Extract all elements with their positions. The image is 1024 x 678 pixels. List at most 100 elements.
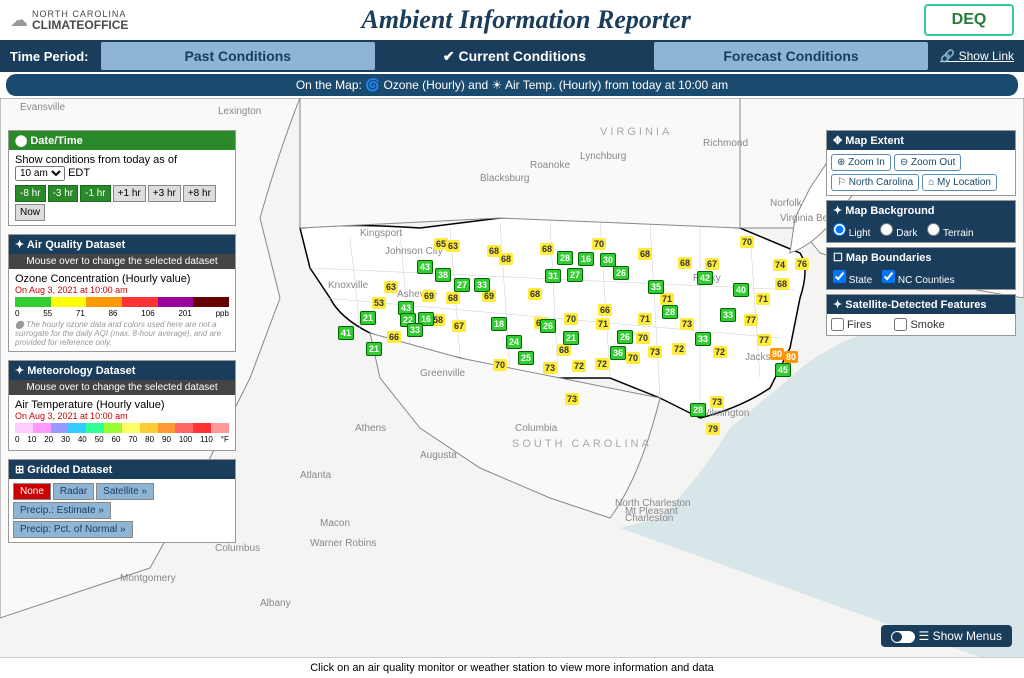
station-marker[interactable]: 71 xyxy=(660,293,674,305)
station-marker[interactable]: 72 xyxy=(595,358,609,370)
station-marker[interactable]: 73 xyxy=(565,393,579,405)
station-marker[interactable]: 74 xyxy=(773,259,787,271)
station-marker[interactable]: 53 xyxy=(372,297,386,309)
station-marker[interactable]: 73 xyxy=(680,318,694,330)
station-marker[interactable]: 73 xyxy=(648,346,662,358)
station-marker[interactable]: 69 xyxy=(422,290,436,302)
station-marker[interactable]: 70 xyxy=(564,313,578,325)
tab-forecast[interactable]: Forecast Conditions xyxy=(654,42,929,70)
station-marker[interactable]: 68 xyxy=(446,292,460,304)
station-marker[interactable]: 76 xyxy=(795,258,809,270)
station-marker[interactable]: 30 xyxy=(600,253,616,267)
gridded-btn-4[interactable]: Precip: Pct. of Normal » xyxy=(13,521,133,538)
station-marker[interactable]: 70 xyxy=(740,236,754,248)
station-marker[interactable]: 72 xyxy=(572,360,586,372)
station-marker[interactable]: 31 xyxy=(545,269,561,283)
extent-btn-3[interactable]: ⌂ My Location xyxy=(922,174,997,191)
station-marker[interactable]: 80 xyxy=(784,351,798,363)
station-marker[interactable]: 28 xyxy=(557,251,573,265)
station-marker[interactable]: 63 xyxy=(384,281,398,293)
sat-check-smoke[interactable]: Smoke xyxy=(894,318,944,331)
station-marker[interactable]: 24 xyxy=(506,335,522,349)
bound-check-nc-counties[interactable]: NC Counties xyxy=(882,270,954,286)
station-marker[interactable]: 33 xyxy=(720,308,736,322)
station-marker[interactable]: 27 xyxy=(454,278,470,292)
station-marker[interactable]: 28 xyxy=(662,305,678,319)
station-marker[interactable]: 27 xyxy=(567,268,583,282)
time-btn-+3hr[interactable]: +3 hr xyxy=(148,185,181,202)
station-marker[interactable]: 33 xyxy=(407,323,423,337)
station-marker[interactable]: 26 xyxy=(613,266,629,280)
station-marker[interactable]: 70 xyxy=(493,359,507,371)
tab-past[interactable]: Past Conditions xyxy=(101,42,376,70)
station-marker[interactable]: 33 xyxy=(695,332,711,346)
station-marker[interactable]: 68 xyxy=(638,248,652,260)
bg-radio-dark[interactable]: Dark xyxy=(880,223,917,239)
station-marker[interactable]: 71 xyxy=(756,293,770,305)
station-marker[interactable]: 21 xyxy=(563,331,579,345)
map-container[interactable]: KnoxvilleLexingtonEvansvilleKingsportRoa… xyxy=(0,98,1024,673)
time-btn-Now[interactable]: Now xyxy=(15,204,45,221)
station-marker[interactable]: 25 xyxy=(518,351,534,365)
station-marker[interactable]: 38 xyxy=(435,268,451,282)
station-marker[interactable]: 35 xyxy=(648,280,664,294)
bg-radio-light[interactable]: Light xyxy=(833,223,870,239)
station-marker[interactable]: 67 xyxy=(705,258,719,270)
station-marker[interactable]: 77 xyxy=(757,334,771,346)
time-btn--3hr[interactable]: -3 hr xyxy=(48,185,79,202)
station-marker[interactable]: 40 xyxy=(733,283,749,297)
gridded-btn-2[interactable]: Satellite » xyxy=(96,483,154,500)
extent-btn-1[interactable]: ⊖ Zoom Out xyxy=(894,154,962,171)
station-marker[interactable]: 43 xyxy=(417,260,433,274)
extent-btn-2[interactable]: ⚐ North Carolina xyxy=(831,174,919,191)
bg-radio-terrain[interactable]: Terrain xyxy=(927,223,973,239)
station-marker[interactable]: 63 xyxy=(446,240,460,252)
time-btn-+1hr[interactable]: +1 hr xyxy=(113,185,146,202)
time-btn--8hr[interactable]: -8 hr xyxy=(15,185,46,202)
station-marker[interactable]: 73 xyxy=(543,362,557,374)
station-marker[interactable]: 21 xyxy=(360,311,376,325)
station-marker[interactable]: 79 xyxy=(706,423,720,435)
sat-check-fires[interactable]: Fires xyxy=(831,318,871,331)
station-marker[interactable]: 16 xyxy=(578,252,594,266)
time-btn-+8hr[interactable]: +8 hr xyxy=(183,185,216,202)
station-marker[interactable]: 45 xyxy=(775,363,791,377)
station-marker[interactable]: 71 xyxy=(638,313,652,325)
station-marker[interactable]: 70 xyxy=(592,238,606,250)
station-marker[interactable]: 26 xyxy=(617,330,633,344)
time-select[interactable]: 10 am xyxy=(15,166,65,181)
station-marker[interactable]: 66 xyxy=(598,304,612,316)
station-marker[interactable]: 66 xyxy=(387,331,401,343)
station-marker[interactable]: 70 xyxy=(626,352,640,364)
station-marker[interactable]: 77 xyxy=(744,314,758,326)
station-marker[interactable]: 72 xyxy=(713,346,727,358)
station-marker[interactable]: 18 xyxy=(491,317,507,331)
gridded-btn-1[interactable]: Radar xyxy=(53,483,94,500)
station-marker[interactable]: 42 xyxy=(697,271,713,285)
bound-check-state[interactable]: State xyxy=(833,270,872,286)
extent-btn-0[interactable]: ⊕ Zoom In xyxy=(831,154,891,171)
station-marker[interactable]: 73 xyxy=(710,396,724,408)
station-marker[interactable]: 68 xyxy=(557,344,571,356)
station-marker[interactable]: 41 xyxy=(338,326,354,340)
station-marker[interactable]: 36 xyxy=(610,346,626,360)
time-btn--1hr[interactable]: -1 hr xyxy=(80,185,111,202)
station-marker[interactable]: 68 xyxy=(540,243,554,255)
gridded-btn-0[interactable]: None xyxy=(13,483,51,500)
station-marker[interactable]: 80 xyxy=(770,348,784,360)
gridded-btn-3[interactable]: Precip.: Estimate » xyxy=(13,502,111,519)
station-marker[interactable]: 28 xyxy=(690,403,706,417)
station-marker[interactable]: 68 xyxy=(678,257,692,269)
station-marker[interactable]: 68 xyxy=(499,253,513,265)
station-marker[interactable]: 71 xyxy=(596,318,610,330)
station-marker[interactable]: 26 xyxy=(540,319,556,333)
station-marker[interactable]: 67 xyxy=(452,320,466,332)
show-link[interactable]: Show Link xyxy=(930,43,1024,69)
tab-current[interactable]: Current Conditions xyxy=(377,42,652,71)
station-marker[interactable]: 72 xyxy=(672,343,686,355)
station-marker[interactable]: 33 xyxy=(474,278,490,292)
station-marker[interactable]: 21 xyxy=(366,342,382,356)
station-marker[interactable]: 68 xyxy=(775,278,789,290)
show-menus-button[interactable]: ☰ Show Menus xyxy=(881,625,1012,647)
station-marker[interactable]: 70 xyxy=(636,332,650,344)
